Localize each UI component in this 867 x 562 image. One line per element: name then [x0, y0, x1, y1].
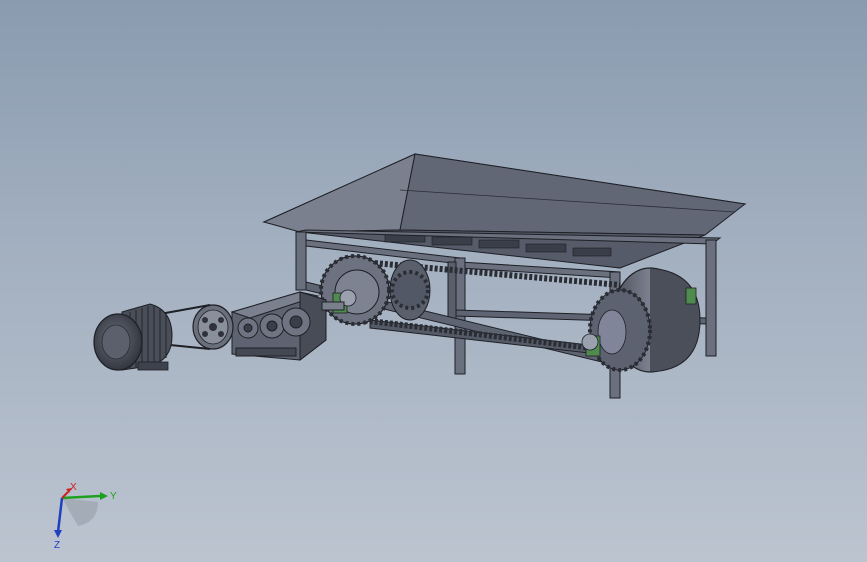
conveyor-assembly-model[interactable]: [0, 0, 867, 562]
z-axis-arrow-icon: [54, 530, 62, 538]
y-axis-arrow-icon: [100, 492, 108, 500]
triad-plane: [62, 498, 98, 526]
head-sprocket[interactable]: [319, 254, 431, 326]
y-axis-label: Y: [110, 491, 117, 502]
tail-bearing-rear: [685, 287, 697, 305]
gear-reducer[interactable]: [230, 291, 345, 362]
hopper[interactable]: [262, 153, 747, 269]
z-axis-line: [56, 497, 64, 533]
orientation-triad[interactable]: X Y Z: [40, 480, 120, 550]
v-belt-pulley[interactable]: [192, 304, 234, 350]
z-axis-label: Z: [54, 540, 60, 550]
electric-motor[interactable]: [93, 303, 173, 371]
cad-viewport[interactable]: X Y Z: [0, 0, 867, 562]
y-axis-line: [61, 494, 101, 500]
x-axis-label: X: [70, 482, 77, 493]
